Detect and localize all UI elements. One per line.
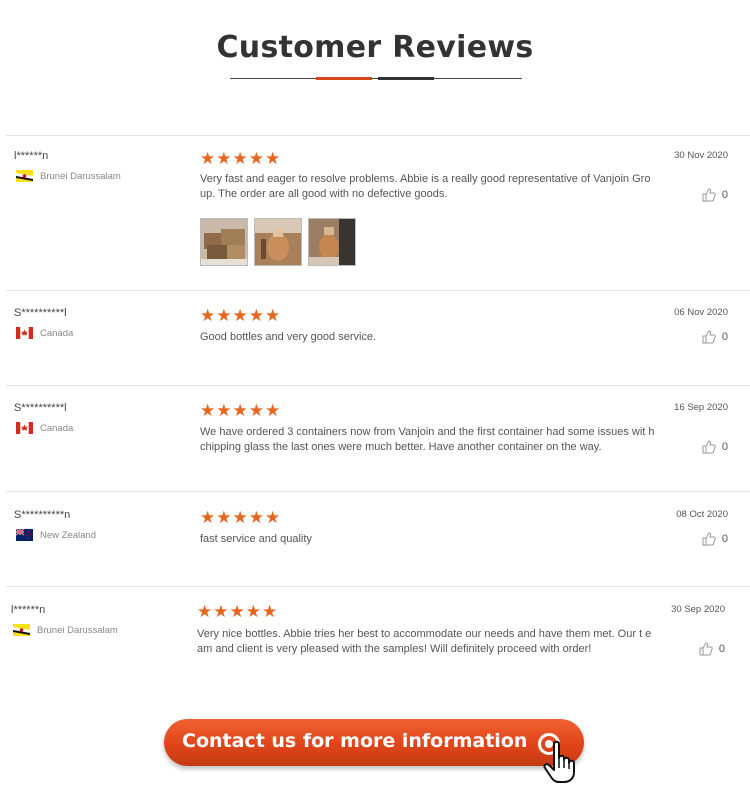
rating-stars: ★★★★★ — [200, 508, 282, 527]
reviewer-name: l******n — [11, 604, 46, 616]
rating-stars: ★★★★★ — [200, 401, 282, 420]
review-date: 06 Nov 2020 — [674, 307, 728, 318]
like-button[interactable]: 0 — [702, 188, 728, 202]
thumbs-up-icon — [702, 188, 716, 202]
review-text: Very fast and eager to resolve problems.… — [200, 173, 651, 200]
reviewer-country: Brunei Darussalam — [37, 625, 118, 636]
page-title: Customer Reviews — [216, 30, 534, 65]
reviewer-name: S**********l — [14, 402, 67, 414]
canada-flag-icon — [16, 422, 33, 434]
thumbs-up-icon — [702, 330, 716, 344]
divider — [6, 586, 750, 587]
like-button[interactable]: 0 — [702, 532, 728, 546]
reviewer-country: Brunei Darussalam — [40, 171, 121, 182]
brunei-flag-icon — [13, 624, 30, 636]
review-date: 16 Sep 2020 — [674, 402, 728, 413]
brunei-flag-icon — [16, 170, 33, 182]
like-button[interactable]: 0 — [699, 642, 725, 656]
review-photo-thumbnail[interactable] — [308, 218, 356, 266]
review-photo-thumbnail[interactable] — [254, 218, 302, 266]
bottle-photo-icon — [309, 219, 355, 265]
reviewer-name: l******n — [14, 150, 49, 162]
reviewer-name: S**********n — [14, 509, 71, 521]
like-count: 0 — [721, 189, 728, 201]
title-accent-orange — [316, 77, 372, 80]
like-button[interactable]: 0 — [702, 440, 728, 454]
divider — [6, 491, 750, 492]
review-text: Very nice bottles. Abbie tries her best … — [197, 628, 652, 655]
review-text: We have ordered 3 containers now from Va… — [200, 426, 655, 453]
divider — [6, 290, 750, 291]
review-text: fast service and quality — [200, 533, 312, 545]
reviewer-country: Canada — [40, 328, 74, 339]
reviewer-name: S**********l — [14, 307, 67, 319]
review-date: 30 Sep 2020 — [671, 604, 725, 615]
divider — [6, 385, 750, 386]
review-photo-thumbnail[interactable] — [200, 218, 248, 266]
thumbs-up-icon — [702, 532, 716, 546]
title-underline — [230, 78, 522, 79]
bottle-photo-icon — [255, 219, 301, 265]
rating-stars: ★★★★★ — [200, 149, 282, 168]
title-accent-dark — [378, 77, 434, 80]
canada-flag-icon — [16, 327, 33, 339]
rating-stars: ★★★★★ — [197, 602, 279, 621]
review-date: 30 Nov 2020 — [674, 150, 728, 161]
pointer-hand-icon — [543, 740, 575, 783]
thumbs-up-icon — [699, 642, 713, 656]
contact-us-button[interactable]: Contact us for more information — [164, 719, 584, 766]
like-count: 0 — [718, 643, 725, 655]
like-button[interactable]: 0 — [702, 330, 728, 344]
rating-stars: ★★★★★ — [200, 306, 282, 325]
boxes-photo-icon — [201, 219, 247, 265]
reviewer-country: New Zealand — [40, 530, 96, 541]
like-count: 0 — [721, 533, 728, 545]
reviewer-country: Canada — [40, 423, 74, 434]
thumbs-up-icon — [702, 440, 716, 454]
like-count: 0 — [721, 441, 728, 453]
like-count: 0 — [721, 331, 728, 343]
review-text: Good bottles and very good service. — [200, 331, 377, 343]
contact-us-label: Contact us for more information — [182, 730, 528, 752]
new-zealand-flag-icon — [16, 529, 33, 541]
review-date: 08 Oct 2020 — [676, 509, 728, 520]
divider — [6, 135, 750, 136]
